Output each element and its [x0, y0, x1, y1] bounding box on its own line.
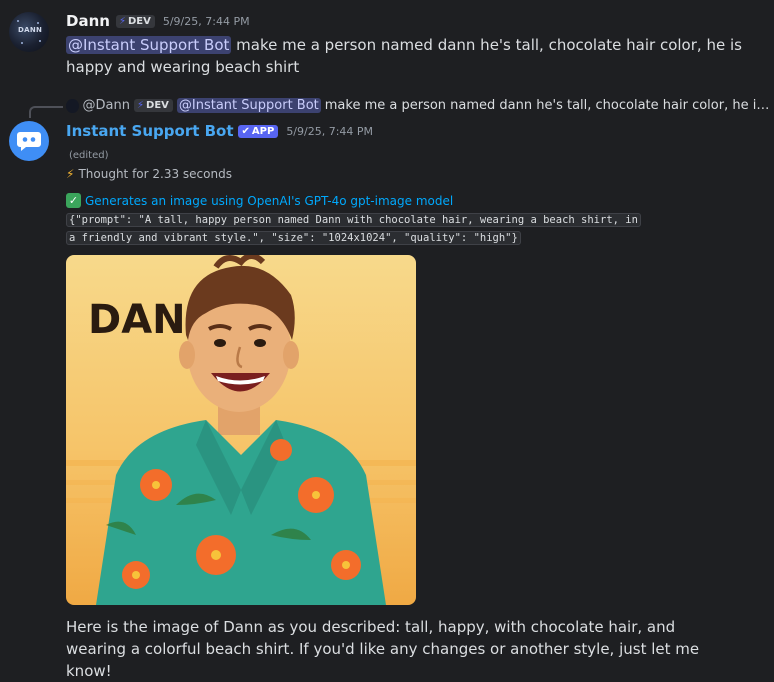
timestamp[interactable]: 5/9/25, 7:44 PM [286, 125, 373, 138]
dev-badge[interactable]: ⚡ DEV [115, 14, 155, 28]
reply-author[interactable]: @Dann [83, 98, 130, 113]
reply-preview[interactable]: @Dann ⚡ DEV @Instant Support Bot make me… [66, 98, 771, 113]
edited-label: (edited) [69, 150, 109, 161]
avatar-sparkle [39, 40, 41, 42]
dev-badge: ⚡ DEV [133, 99, 173, 112]
chat-bubble-icon [17, 132, 41, 151]
bot-username[interactable]: Instant Support Bot [66, 122, 234, 140]
tool-link[interactable]: Generates an image using OpenAI's GPT-4o… [85, 194, 453, 208]
badge-label: DEV [127, 15, 151, 27]
avatar-sparkle [21, 42, 23, 44]
avatar-sparkle [37, 22, 39, 24]
check-icon: ✓ [66, 193, 81, 208]
tool-call: ✓ Generates an image using OpenAI's GPT-… [66, 193, 453, 208]
message-header: Instant Support Bot ✔ APP 5/9/25, 7:44 P… [66, 122, 373, 140]
lightning-icon: ⚡ [136, 100, 145, 111]
bot-mention[interactable]: @Instant Support Bot [176, 98, 321, 113]
reply-text: make me a person named dann he's tall, c… [324, 98, 771, 113]
bot-response-text: Here is the image of Dann as you describ… [66, 618, 700, 680]
message-header: Dann ⚡ DEV 5/9/25, 7:44 PM [66, 12, 250, 30]
cartoon-portrait: DANN [66, 255, 416, 605]
username[interactable]: Dann [66, 12, 110, 30]
verified-check-icon: ✔ [241, 125, 250, 137]
generated-image[interactable]: DANN [66, 255, 416, 605]
avatar-sparkle [17, 20, 19, 22]
timestamp[interactable]: 5/9/25, 7:44 PM [163, 15, 250, 28]
thought-text: Thought for 2.33 seconds [78, 167, 232, 181]
code-block: {"prompt": "A tall, happy person named D… [66, 211, 641, 247]
reply-avatar [66, 98, 79, 113]
user-avatar[interactable]: DANN [9, 12, 49, 52]
thought-line: ⚡ Thought for 2.33 seconds [66, 167, 232, 181]
message-content: @Instant Support Bot make me a person na… [66, 34, 766, 78]
code-line: {"prompt": "A tall, happy person named D… [66, 213, 641, 227]
badge-label: APP [251, 125, 275, 137]
lightning-icon: ⚡ [66, 167, 75, 181]
avatar-logo: DANN [18, 26, 43, 34]
app-badge[interactable]: ✔ APP [237, 124, 279, 138]
reply-spine [29, 106, 63, 118]
bot-avatar[interactable] [9, 121, 49, 161]
bot-mention[interactable]: @Instant Support Bot [66, 36, 232, 54]
code-line: a friendly and vibrant style.", "size": … [66, 231, 521, 245]
badge-label: DEV [146, 100, 169, 111]
lightning-icon: ⚡ [118, 15, 126, 27]
